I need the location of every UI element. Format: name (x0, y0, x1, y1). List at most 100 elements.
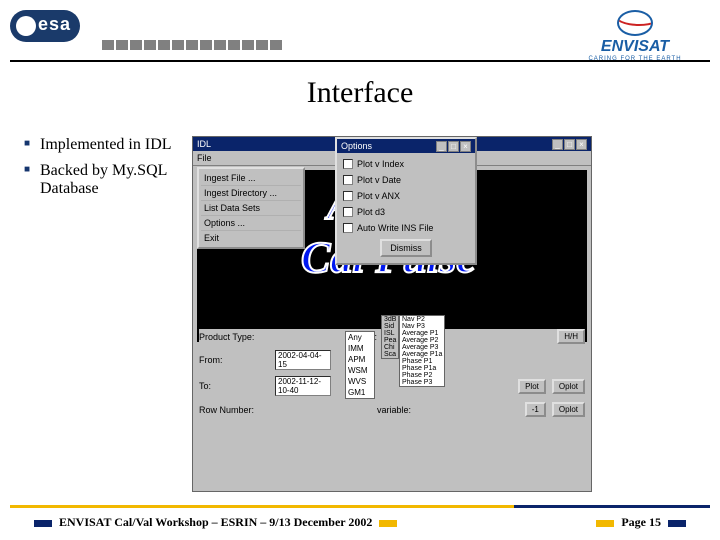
footer-left: ENVISAT Cal/Val Workshop – ESRIN – 9/13 … (30, 515, 401, 530)
from-input[interactable]: 2002-04-04-15 (275, 350, 331, 370)
side-label: Sca (382, 351, 398, 358)
footer-text: ENVISAT Cal/Val Workshop – ESRIN – 9/13 … (59, 515, 372, 529)
maximize-icon[interactable]: □ (564, 139, 575, 150)
checkbox-row[interactable]: Plot v Date (343, 175, 469, 185)
checkbox-icon[interactable] (343, 159, 353, 169)
dropdown-item[interactable]: Average P2 (400, 337, 444, 344)
variable-dropdown[interactable]: Nav P2 Nav P3 Average P1 Average P2 Aver… (399, 315, 445, 387)
side-label: Pea (382, 337, 398, 344)
flag-icon (172, 40, 184, 50)
esa-text: esa (38, 14, 71, 35)
minus1-button[interactable]: -1 (525, 402, 546, 417)
flag-icon (102, 40, 114, 50)
window-buttons: _ □ × (436, 141, 471, 152)
flag-icon (228, 40, 240, 50)
flag-icon (200, 40, 212, 50)
checkbox-row[interactable]: Plot v ANX (343, 191, 469, 201)
flag-icon (116, 40, 128, 50)
oplot-button-2[interactable]: Oplot (552, 402, 585, 417)
options-dialog: Options _ □ × Plot v Index Plot v Date P… (335, 137, 477, 265)
bullet-list: Implemented in IDL Backed by My.SQL Data… (24, 136, 184, 206)
globe-icon (617, 10, 653, 36)
dropdown-item[interactable]: WSM (346, 365, 374, 376)
side-label: 3dB (382, 316, 398, 323)
accent-icon (596, 520, 614, 527)
accent-icon (668, 520, 686, 527)
dropdown-item[interactable]: Phase P1a (400, 365, 444, 372)
dropdown-item[interactable]: GM1 (346, 387, 374, 398)
options-title: Options (341, 141, 372, 151)
flag-icon (158, 40, 170, 50)
side-label-list: 3dB Sid ISL Pea Chi Sca (381, 315, 399, 359)
menu-file[interactable]: File (197, 153, 212, 163)
hh-button[interactable]: H/H (557, 329, 585, 344)
minimize-icon[interactable]: _ (436, 141, 447, 152)
checkbox-label: Plot v Date (357, 175, 401, 185)
envisat-text: ENVISAT (560, 38, 710, 56)
flag-icon (214, 40, 226, 50)
flag-strip (102, 40, 282, 50)
side-label: ISL (382, 330, 398, 337)
accent-icon (379, 520, 397, 527)
flag-icon (186, 40, 198, 50)
accent-icon (34, 520, 52, 527)
idl-title: IDL (197, 139, 211, 149)
menu-item[interactable]: Ingest File ... (201, 171, 301, 186)
flag-icon (144, 40, 156, 50)
header: esa ENVISAT CARING FOR THE EARTH (10, 10, 710, 58)
menu-item[interactable]: List Data Sets (201, 201, 301, 216)
checkbox-row[interactable]: Auto Write INS File (343, 223, 469, 233)
flag-icon (130, 40, 142, 50)
header-divider (10, 60, 710, 62)
dropdown-item[interactable]: APM (346, 354, 374, 365)
checkbox-icon[interactable] (343, 223, 353, 233)
menu-item[interactable]: Exit (201, 231, 301, 245)
dropdown-item[interactable]: Nav P2 (400, 316, 444, 323)
menu-item[interactable]: Ingest Directory ... (201, 186, 301, 201)
menu-item[interactable]: Options ... (201, 216, 301, 231)
dropdown-item[interactable]: Phase P1 (400, 358, 444, 365)
plot-button[interactable]: Plot (518, 379, 546, 394)
dropdown-item[interactable]: Average P1a (400, 351, 444, 358)
envisat-logo: ENVISAT CARING FOR THE EARTH (560, 10, 710, 62)
side-label: Sid (382, 323, 398, 330)
to-label: To: (199, 381, 269, 391)
checkbox-icon[interactable] (343, 207, 353, 217)
dropdown-item[interactable]: Phase P3 (400, 379, 444, 386)
checkbox-label: Plot v ANX (357, 191, 400, 201)
slide: esa ENVISAT CARING FOR THE EARTH Interfa… (0, 0, 720, 540)
dropdown-item[interactable]: IMM (346, 343, 374, 354)
dismiss-button[interactable]: Dismiss (380, 239, 432, 257)
checkbox-icon[interactable] (343, 191, 353, 201)
to-input[interactable]: 2002-11-12-10-40 (275, 376, 331, 396)
close-icon[interactable]: × (576, 139, 587, 150)
beam-dropdown[interactable]: Any IMM APM WSM WVS GM1 (345, 331, 375, 399)
dropdown-item[interactable]: Average P3 (400, 344, 444, 351)
slide-title: Interface (0, 76, 720, 110)
footer-divider (10, 505, 710, 508)
oplot-button[interactable]: Oplot (552, 379, 585, 394)
checkbox-label: Auto Write INS File (357, 223, 433, 233)
bullet-item: Backed by My.SQL Database (24, 162, 184, 198)
checkbox-row[interactable]: Plot d3 (343, 207, 469, 217)
dropdown-item[interactable]: Phase P2 (400, 372, 444, 379)
flag-icon (270, 40, 282, 50)
dropdown-item[interactable]: Nav P3 (400, 323, 444, 330)
options-titlebar[interactable]: Options _ □ × (337, 139, 475, 153)
flag-icon (256, 40, 268, 50)
dropdown-item[interactable]: Any (346, 332, 374, 343)
checkbox-label: Plot d3 (357, 207, 385, 217)
file-menu-popup: Ingest File ... Ingest Directory ... Lis… (197, 167, 305, 249)
product-type-label: Product Type: (199, 332, 269, 342)
minimize-icon[interactable]: _ (552, 139, 563, 150)
dropdown-item[interactable]: Average P1 (400, 330, 444, 337)
variable-label: variable: (377, 405, 411, 415)
page-number: Page 15 (621, 515, 661, 529)
dropdown-item[interactable]: WVS (346, 376, 374, 387)
maximize-icon[interactable]: □ (448, 141, 459, 152)
bullet-item: Implemented in IDL (24, 136, 184, 154)
close-icon[interactable]: × (460, 141, 471, 152)
checkbox-row[interactable]: Plot v Index (343, 159, 469, 169)
row-number-label: Row Number: (199, 405, 269, 415)
checkbox-icon[interactable] (343, 175, 353, 185)
